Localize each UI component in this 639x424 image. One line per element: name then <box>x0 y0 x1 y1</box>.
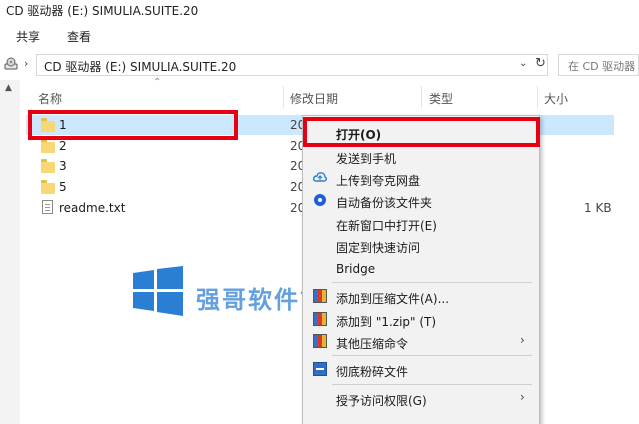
window-title: CD 驱动器 (E:) SIMULIA.SUITE.20 <box>6 4 199 18</box>
submenu-arrow-icon: › <box>520 333 525 347</box>
folder-icon <box>41 159 55 173</box>
cloud-upload-icon <box>313 172 327 182</box>
column-header-size[interactable]: 大小 <box>544 90 568 107</box>
file-size: 1 KB <box>584 201 612 215</box>
submenu-arrow-icon: › <box>520 390 525 404</box>
menu-item-other-compress[interactable]: 其他压缩命令 <box>336 335 408 352</box>
ribbon-tab-view[interactable]: 查看 <box>67 28 91 45</box>
ribbon-tab-share[interactable]: 共享 <box>16 28 40 45</box>
text-file-icon <box>42 200 53 214</box>
column-header-date[interactable]: 修改日期 <box>290 90 338 107</box>
scroll-up-icon[interactable]: ▲ <box>5 83 12 93</box>
column-header-name[interactable]: 名称 <box>38 90 62 107</box>
menu-item-add-to-archive[interactable]: 添加到压缩文件(A)... <box>336 290 449 307</box>
sort-ascending-icon: ⌃ <box>153 77 162 88</box>
file-name[interactable]: 5 <box>59 180 67 194</box>
highlight-box-open <box>303 117 540 147</box>
cd-drive-icon <box>4 57 18 70</box>
refresh-icon[interactable]: ↻ <box>535 56 546 71</box>
file-name[interactable]: 3 <box>59 159 67 173</box>
menu-separator <box>332 282 532 283</box>
menu-item-shred-file[interactable]: 彻底粉碎文件 <box>336 363 408 380</box>
column-divider[interactable] <box>537 86 538 108</box>
menu-separator <box>332 355 532 356</box>
archive-icon <box>313 312 327 326</box>
archive-icon <box>313 334 327 348</box>
file-name[interactable]: readme.txt <box>59 201 125 215</box>
shredder-icon <box>313 362 327 376</box>
file-name[interactable]: 2 <box>59 139 67 153</box>
menu-item-grant-access[interactable]: 授予访问权限(G) <box>336 392 427 409</box>
menu-item-upload-quark[interactable]: 上传到夸克网盘 <box>336 172 420 189</box>
menu-item-add-to-zip[interactable]: 添加到 "1.zip" (T) <box>336 313 436 330</box>
windows-logo-icon <box>133 266 183 316</box>
menu-item-bridge[interactable]: Bridge <box>336 262 375 276</box>
highlight-box-folder <box>28 110 238 140</box>
menu-item-pin-quick-access[interactable]: 固定到快速访问 <box>336 239 420 256</box>
archive-icon <box>313 289 327 303</box>
menu-item-open-new-window[interactable]: 在新窗口中打开(E) <box>336 217 437 234</box>
column-divider[interactable] <box>283 86 284 108</box>
menu-item-send-to-phone[interactable]: 发送到手机 <box>336 150 396 167</box>
folder-icon <box>41 139 55 153</box>
column-divider[interactable] <box>421 86 422 108</box>
menu-item-auto-backup[interactable]: 自动备份该文件夹 <box>336 194 432 211</box>
auto-backup-icon <box>314 194 326 206</box>
column-header-type[interactable]: 类型 <box>429 90 453 107</box>
breadcrumb-chevron[interactable]: › <box>24 57 28 70</box>
folder-icon <box>41 180 55 194</box>
search-placeholder[interactable]: 在 CD 驱动器 <box>568 58 635 74</box>
menu-separator <box>332 384 532 385</box>
address-dropdown-icon[interactable]: ⌄ <box>519 58 527 69</box>
navigation-pane-scrollbar[interactable] <box>0 80 20 424</box>
address-path[interactable]: CD 驱动器 (E:) SIMULIA.SUITE.20 <box>44 58 236 75</box>
